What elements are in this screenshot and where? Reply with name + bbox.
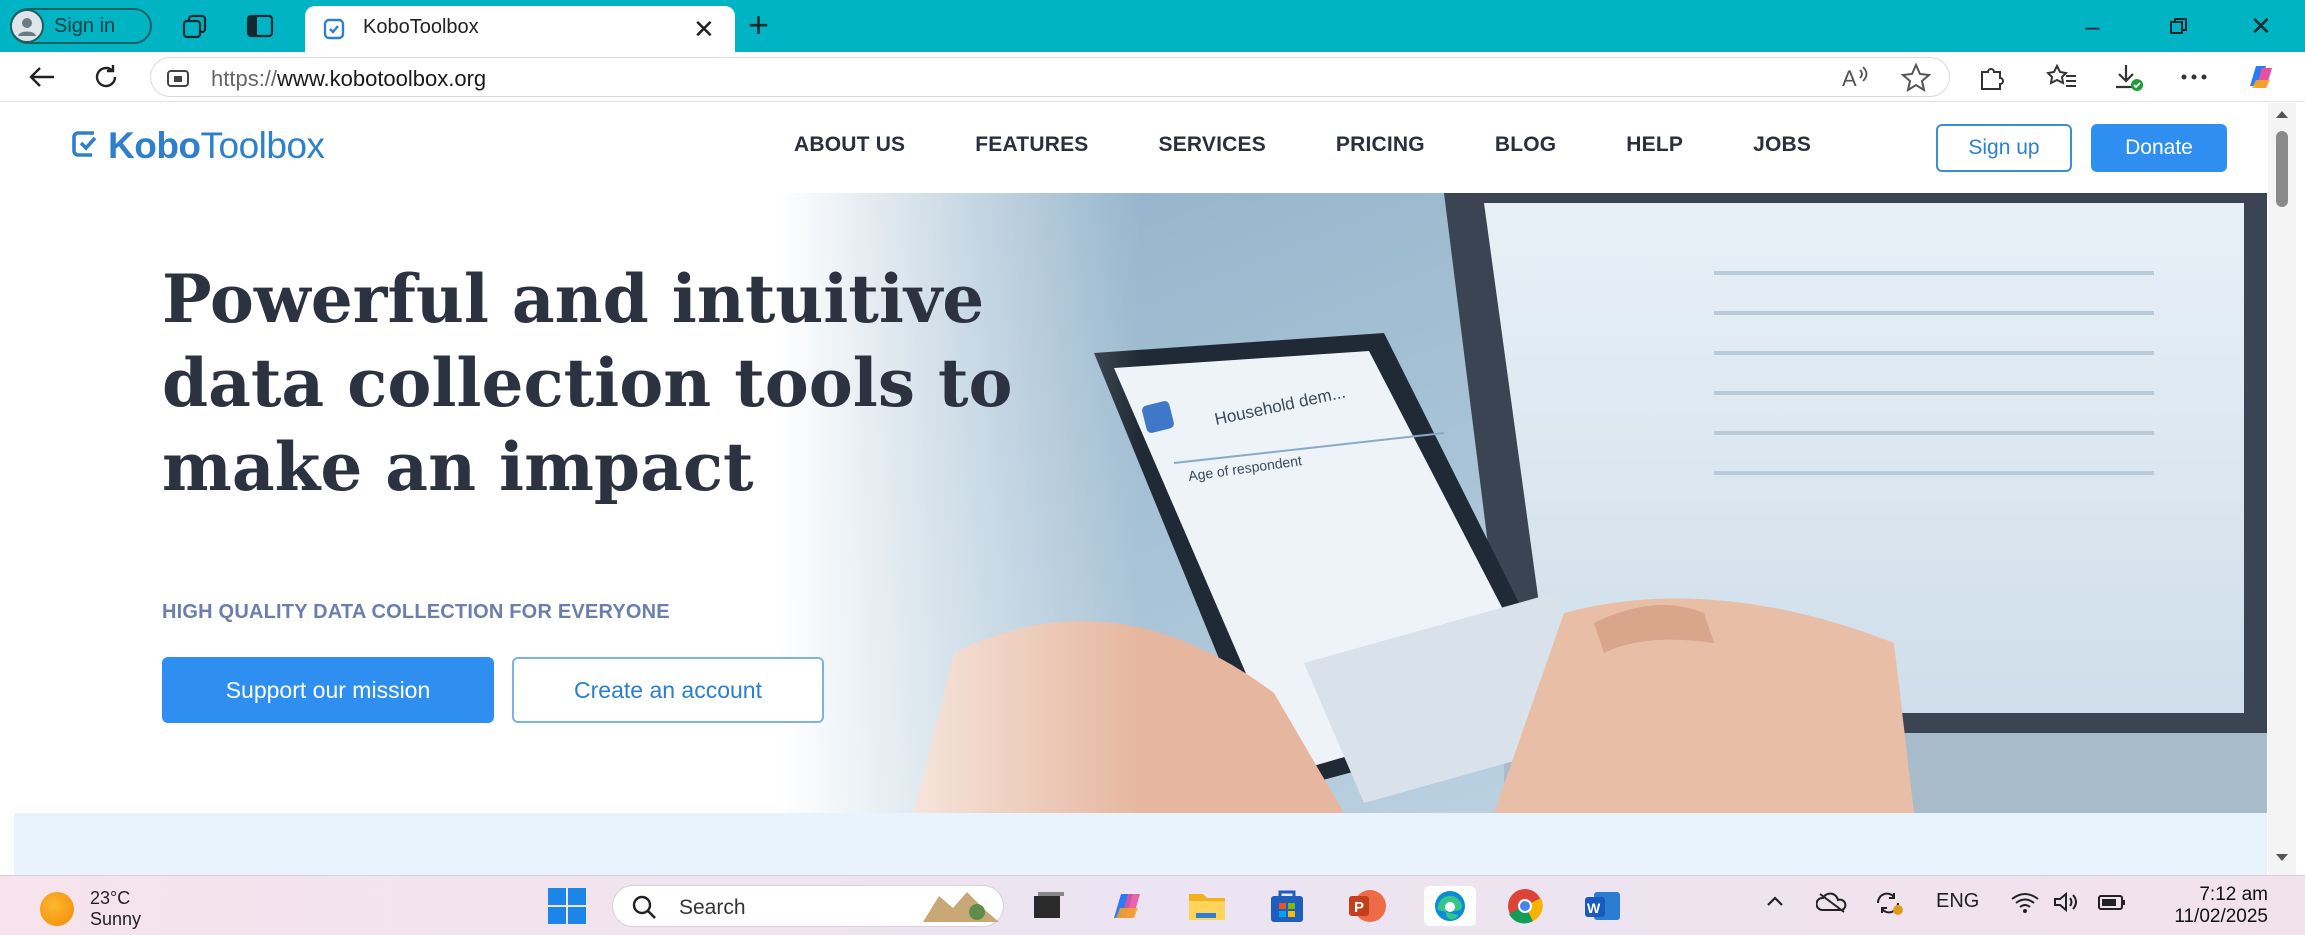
battery-icon[interactable] bbox=[2096, 890, 2128, 920]
store-icon[interactable] bbox=[1266, 886, 1308, 926]
sync-icon[interactable] bbox=[1872, 890, 1904, 922]
scroll-up-icon[interactable] bbox=[2274, 107, 2290, 125]
copilot-app-icon[interactable] bbox=[1106, 886, 1148, 926]
create-account-button[interactable]: Create an account bbox=[512, 657, 824, 723]
main-nav: ABOUT US FEATURES SERVICES PRICING BLOG … bbox=[794, 133, 1881, 157]
tab-title: KoboToolbox bbox=[363, 16, 479, 38]
page-scrollbar[interactable] bbox=[2268, 103, 2296, 875]
clock-time: 7:12 am bbox=[2199, 884, 2268, 905]
nav-about-us[interactable]: ABOUT US bbox=[794, 133, 905, 157]
read-aloud-icon[interactable]: A bbox=[1840, 62, 1872, 92]
file-explorer-icon[interactable] bbox=[1186, 886, 1228, 926]
logo-mark-icon bbox=[70, 128, 100, 165]
sunny-weather-icon bbox=[40, 892, 74, 926]
edge-icon[interactable] bbox=[1424, 886, 1476, 926]
search-highlight-icon bbox=[919, 888, 1003, 929]
chrome-icon[interactable] bbox=[1504, 886, 1546, 926]
minimize-icon[interactable]: – bbox=[2085, 8, 2099, 44]
vertical-tabs-icon[interactable] bbox=[245, 12, 275, 40]
nav-pricing[interactable]: PRICING bbox=[1336, 133, 1425, 157]
onedrive-icon[interactable] bbox=[1815, 890, 1848, 920]
back-icon[interactable] bbox=[24, 60, 60, 94]
copilot-icon[interactable] bbox=[2244, 62, 2276, 92]
wifi-icon[interactable] bbox=[2010, 890, 2040, 920]
new-tab-icon[interactable]: + bbox=[748, 7, 769, 43]
support-our-mission-button[interactable]: Support our mission bbox=[162, 657, 494, 723]
site-header: KoboToolbox ABOUT US FEATURES SERVICES P… bbox=[14, 103, 2267, 193]
scrollbar-thumb[interactable] bbox=[2276, 131, 2288, 207]
next-section-band bbox=[14, 813, 2267, 875]
search-icon bbox=[631, 894, 659, 925]
logo-wordmark: KoboToolbox bbox=[108, 125, 325, 166]
nav-services[interactable]: SERVICES bbox=[1158, 133, 1265, 157]
volume-icon[interactable] bbox=[2052, 890, 2082, 920]
sign-up-button[interactable]: Sign up bbox=[1936, 124, 2072, 172]
tab-close-icon[interactable]: ✕ bbox=[693, 15, 715, 43]
profile-label: Sign in bbox=[54, 14, 116, 37]
favorite-star-icon[interactable] bbox=[1900, 62, 1932, 93]
url-text: https://www.kobotoolbox.org bbox=[211, 66, 487, 91]
language-indicator[interactable]: ENG bbox=[1936, 890, 1979, 913]
favorites-icon[interactable] bbox=[2045, 62, 2078, 92]
windows-taskbar: 23°C Sunny Search P W ENG 7:12 am 11/02/… bbox=[0, 875, 2305, 935]
active-tab[interactable]: KoboToolbox ✕ bbox=[305, 6, 735, 52]
site-info-icon[interactable] bbox=[165, 66, 191, 95]
nav-features[interactable]: FEATURES bbox=[975, 133, 1088, 157]
svg-text:A: A bbox=[1842, 66, 1857, 91]
more-icon[interactable] bbox=[2178, 62, 2210, 92]
web-page: KoboToolbox ABOUT US FEATURES SERVICES P… bbox=[14, 103, 2267, 875]
weather-condition: Sunny bbox=[90, 909, 142, 929]
system-clock[interactable]: 7:12 am 11/02/2025 bbox=[2156, 884, 2268, 928]
donate-button[interactable]: Donate bbox=[2091, 124, 2227, 172]
restore-icon[interactable] bbox=[2168, 8, 2190, 46]
svg-text:P: P bbox=[1354, 899, 1364, 916]
scroll-down-icon[interactable] bbox=[2274, 851, 2290, 869]
workspaces-icon[interactable] bbox=[180, 12, 210, 40]
weather-widget[interactable]: 23°C Sunny bbox=[40, 888, 141, 930]
extensions-icon[interactable] bbox=[1976, 62, 2008, 92]
address-toolbar: https://www.kobotoolbox.org A bbox=[0, 52, 2305, 102]
nav-blog[interactable]: BLOG bbox=[1495, 133, 1556, 157]
refresh-icon[interactable] bbox=[88, 60, 124, 94]
kobotoolbox-logo[interactable]: KoboToolbox bbox=[70, 125, 325, 167]
address-bar[interactable]: https://www.kobotoolbox.org bbox=[150, 57, 1950, 97]
search-placeholder: Search bbox=[679, 896, 746, 919]
tab-favicon bbox=[323, 18, 345, 45]
hero-headline: Powerful and intuitive data collection t… bbox=[162, 260, 1013, 506]
hero-subtitle: HIGH QUALITY DATA COLLECTION FOR EVERYON… bbox=[162, 601, 670, 623]
tray-chevron-icon[interactable] bbox=[1764, 890, 1786, 918]
close-window-icon[interactable]: ✕ bbox=[2250, 8, 2272, 44]
hero-section: Household dem... Age of respondent Power… bbox=[14, 193, 2267, 813]
clock-date: 11/02/2025 bbox=[2174, 906, 2268, 927]
powerpoint-icon[interactable]: P bbox=[1346, 886, 1388, 926]
temperature: 23°C bbox=[90, 888, 131, 908]
word-icon[interactable]: W bbox=[1582, 886, 1624, 926]
profile-avatar-icon bbox=[10, 9, 44, 43]
browser-title-bar: Sign in KoboToolbox ✕ + – ✕ bbox=[0, 0, 2305, 52]
downloads-icon[interactable] bbox=[2112, 62, 2144, 92]
nav-jobs[interactable]: JOBS bbox=[1753, 133, 1811, 157]
task-view-icon[interactable] bbox=[1026, 886, 1068, 926]
svg-text:W: W bbox=[1587, 900, 1601, 916]
nav-help[interactable]: HELP bbox=[1626, 133, 1683, 157]
taskbar-search[interactable]: Search bbox=[612, 885, 1004, 927]
profile-button[interactable]: Sign in bbox=[10, 8, 152, 44]
windows-start-icon[interactable] bbox=[546, 886, 588, 926]
